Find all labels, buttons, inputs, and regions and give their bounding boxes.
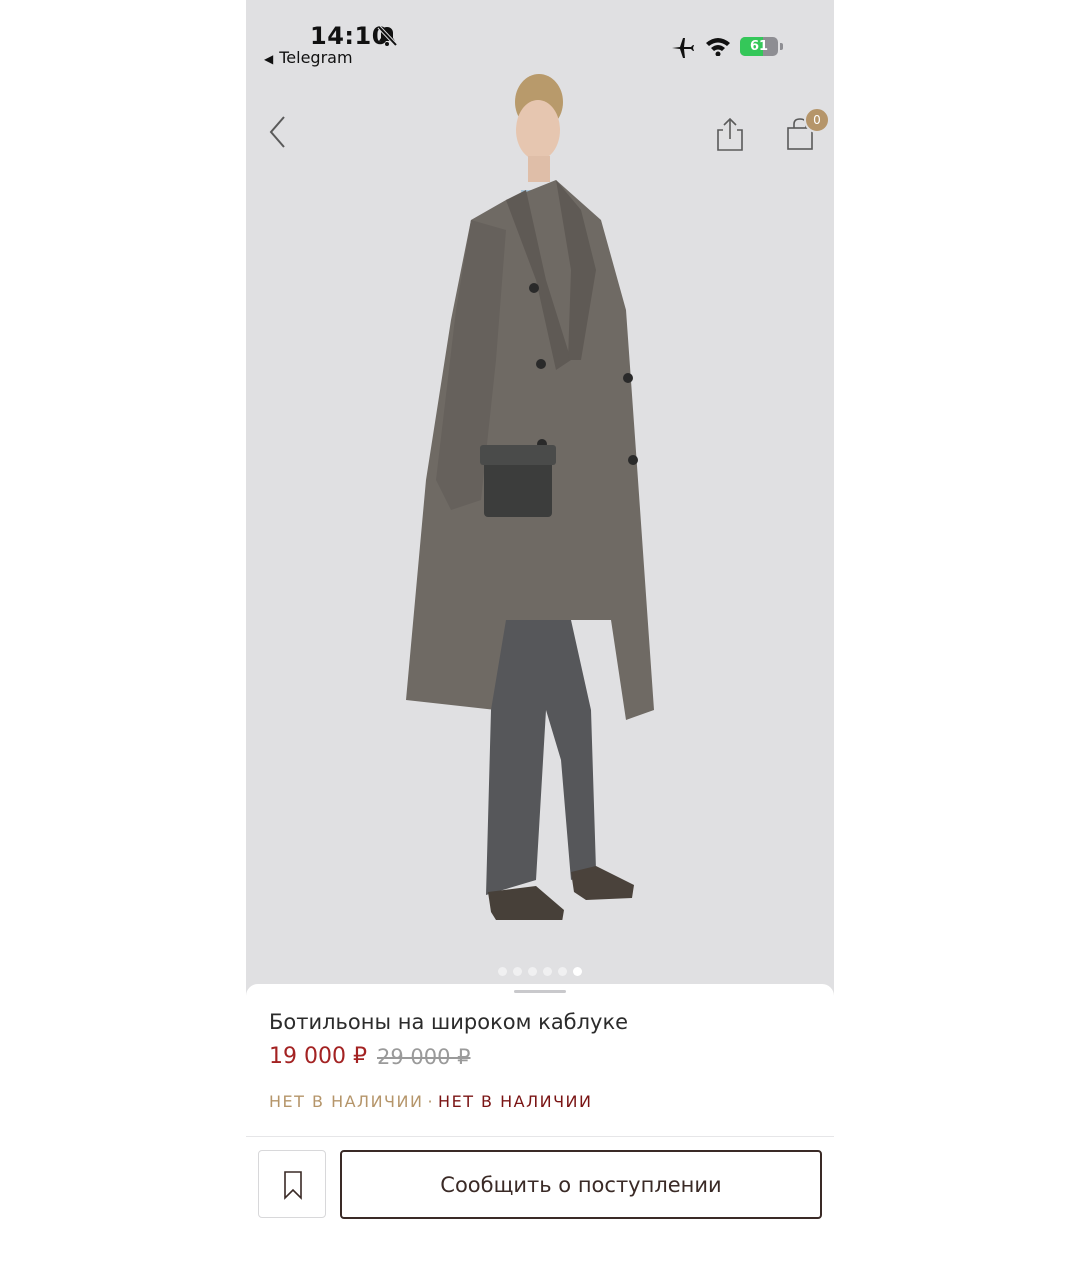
- divider: [246, 1136, 834, 1137]
- product-price: 19 000 ₽: [269, 1044, 367, 1069]
- status-bar: 14:10 ◀ Telegram 61: [246, 0, 834, 70]
- product-old-price: 29 000 ₽: [377, 1045, 471, 1069]
- back-to-telegram[interactable]: ◀ Telegram: [264, 48, 353, 67]
- availability-label-2: НЕТ В НАЛИЧИИ: [438, 1092, 593, 1111]
- gallery-pagination[interactable]: [498, 967, 582, 977]
- product-image-gallery[interactable]: 14:10 ◀ Telegram 61 0: [246, 0, 834, 1000]
- bookmark-icon: [284, 1171, 302, 1200]
- airplane-icon: [672, 38, 694, 58]
- availability-separator: ·: [427, 1092, 435, 1111]
- phone-screen: 14:10 ◀ Telegram 61 0 Ботильоны на широк…: [246, 0, 834, 1280]
- pagination-dot[interactable]: [498, 967, 507, 976]
- back-app-label: Telegram: [279, 48, 353, 67]
- product-info-sheet: Ботильоны на широком каблуке 19 000 ₽ 29…: [246, 984, 834, 1280]
- share-icon[interactable]: [715, 116, 745, 152]
- pagination-dot[interactable]: [558, 967, 567, 976]
- bell-slash-icon: [377, 25, 398, 47]
- product-title: Ботильоны на широком каблуке: [269, 1010, 629, 1034]
- bookmark-button[interactable]: [258, 1150, 326, 1218]
- pagination-dot[interactable]: [573, 967, 582, 976]
- chevron-left-icon[interactable]: [266, 114, 290, 150]
- pagination-dot[interactable]: [513, 967, 522, 976]
- availability-status: НЕТ В НАЛИЧИИ · НЕТ В НАЛИЧИИ: [269, 1092, 593, 1111]
- sheet-handle[interactable]: [514, 990, 566, 993]
- battery-icon: 61: [740, 37, 778, 56]
- battery-level: 61: [749, 39, 769, 54]
- availability-label-1: НЕТ В НАЛИЧИИ: [269, 1092, 424, 1111]
- product-photo: [406, 74, 654, 920]
- pagination-dot[interactable]: [543, 967, 552, 976]
- cart-count-badge: 0: [804, 107, 830, 133]
- battery-tip: [780, 43, 783, 50]
- pagination-dot[interactable]: [528, 967, 537, 976]
- notify-when-available-button[interactable]: Сообщить о поступлении: [340, 1150, 822, 1219]
- wifi-icon: [706, 38, 730, 56]
